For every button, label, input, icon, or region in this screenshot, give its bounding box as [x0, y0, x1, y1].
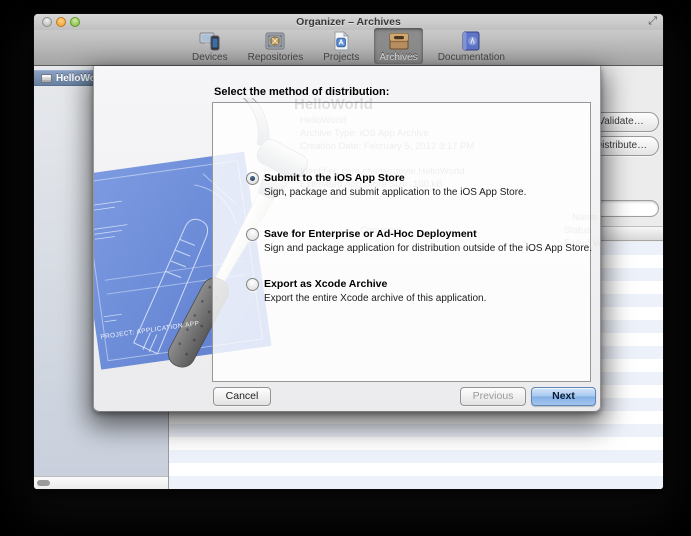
toolbar-item-repositories[interactable]: Repositories: [243, 28, 309, 64]
organizer-window: Organizer – Archives ⤢ Devices: [33, 13, 664, 490]
content-area: HelloWorld Validate… Distribute… HelloWo…: [34, 66, 663, 489]
toolbar-label: Documentation: [438, 53, 505, 63]
radio-enterprise-adhoc[interactable]: [246, 228, 259, 241]
distribution-sheet: HelloWorld HelloWorld Archive Type: iOS …: [93, 66, 601, 412]
minimize-button[interactable]: [56, 17, 66, 27]
option-submit-app-store[interactable]: Submit to the iOS App Store Sign, packag…: [246, 172, 526, 198]
option-label: Save for Enterprise or Ad-Hoc Deployment: [264, 228, 592, 241]
option-label: Submit to the iOS App Store: [264, 172, 526, 185]
ghost-table-text: Name: [572, 212, 597, 223]
toolbar: Devices Repositories: [34, 30, 663, 66]
repositories-icon: [264, 30, 286, 52]
option-description: Export the entire Xcode archive of this …: [264, 293, 486, 304]
option-export-archive[interactable]: Export as Xcode Archive Export the entir…: [246, 278, 486, 304]
devices-icon: [199, 30, 221, 52]
projects-icon: [330, 30, 352, 52]
sheet-title: Select the method of distribution:: [214, 86, 389, 98]
close-button[interactable]: [42, 17, 52, 27]
toolbar-item-documentation[interactable]: Documentation: [433, 28, 510, 64]
toolbar-label: Repositories: [248, 53, 304, 63]
option-enterprise-adhoc[interactable]: Save for Enterprise or Ad-Hoc Deployment…: [246, 228, 592, 254]
zoom-button[interactable]: [70, 17, 80, 27]
option-description: Sign, package and submit application to …: [264, 187, 526, 198]
archive-icon: [41, 74, 52, 83]
next-button[interactable]: Next: [531, 387, 596, 406]
documentation-icon: [460, 30, 482, 52]
sidebar-bottom-bar: [34, 476, 168, 489]
option-description: Sign and package application for distrib…: [264, 243, 592, 254]
toolbar-item-projects[interactable]: Projects: [318, 28, 364, 64]
screenshot-stage: Organizer – Archives ⤢ Devices: [0, 0, 691, 536]
ghost-line: Archive Type: iOS App Archive: [300, 128, 429, 139]
fullscreen-icon[interactable]: ⤢: [648, 15, 657, 28]
radio-export-archive[interactable]: [246, 278, 259, 291]
ghost-line: HelloWorld: [300, 115, 346, 126]
traffic-lights: [42, 17, 80, 27]
toolbar-label: Devices: [192, 53, 228, 63]
previous-button[interactable]: Previous: [460, 387, 526, 406]
toolbar-item-archives[interactable]: Archives: [374, 28, 422, 64]
scroller-pill: [37, 480, 50, 486]
ghost-archive-heading: HelloWorld: [294, 96, 373, 113]
ghost-line: Creation Date: February 5, 2012 3:17 PM: [300, 141, 474, 152]
toolbar-label: Archives: [379, 53, 417, 63]
radio-submit-app-store[interactable]: [246, 172, 259, 185]
toolbar-label: Projects: [323, 53, 359, 63]
archives-icon: [388, 30, 410, 52]
cancel-button[interactable]: Cancel: [213, 387, 271, 406]
option-label: Export as Xcode Archive: [264, 278, 486, 291]
toolbar-item-devices[interactable]: Devices: [187, 28, 233, 64]
